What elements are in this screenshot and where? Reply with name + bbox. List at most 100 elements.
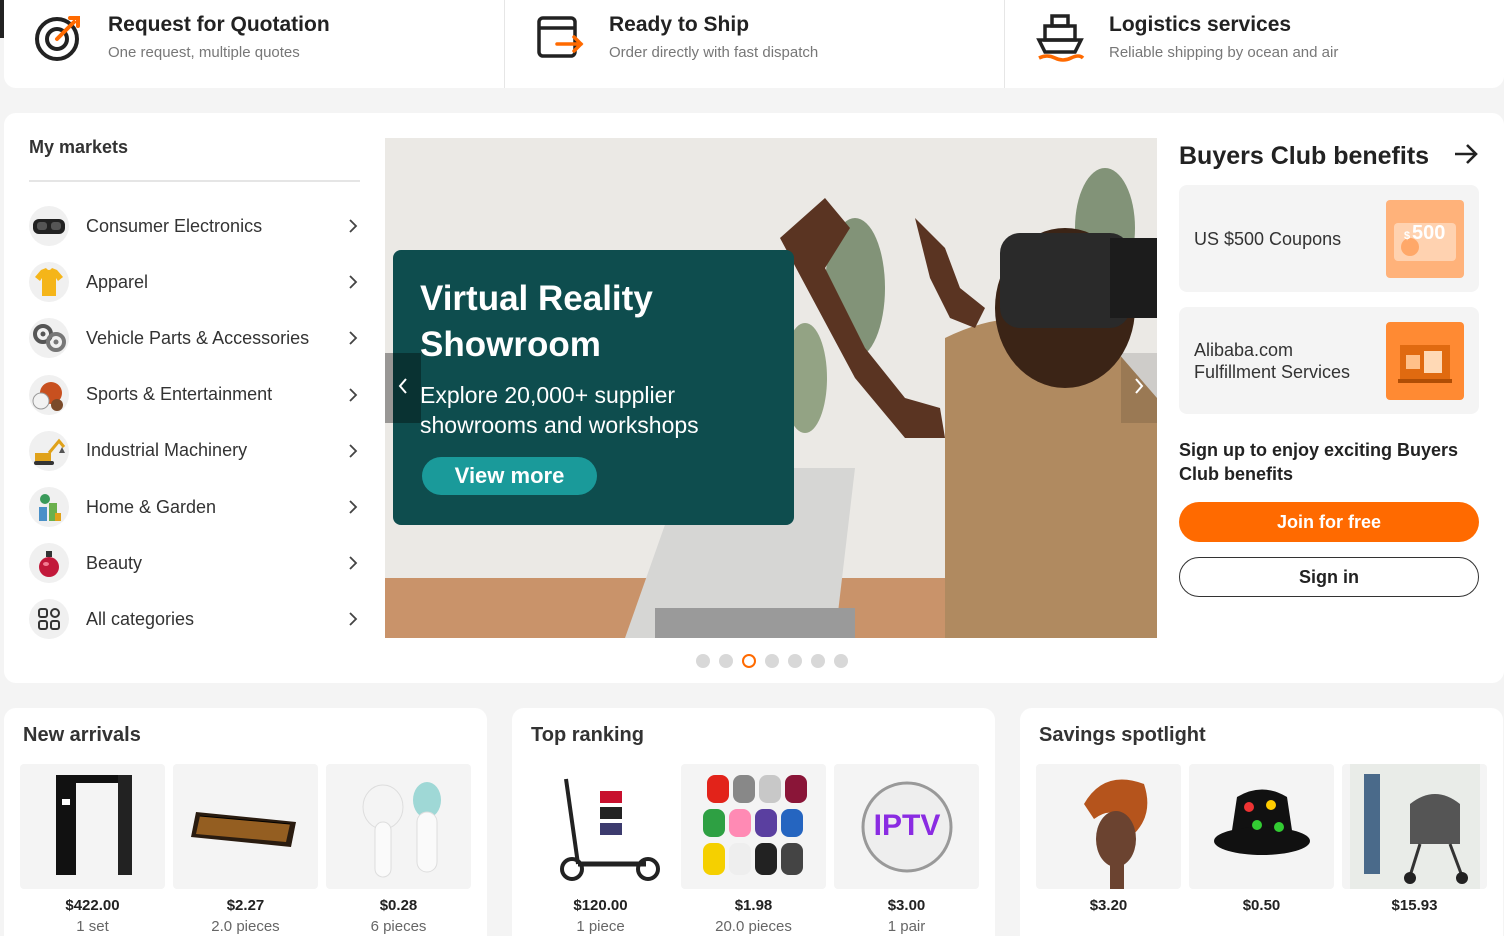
top-ranking-card[interactable]: Top ranking $120.00 1 piece $1.98 20.0 p… (512, 708, 995, 936)
market-label: Vehicle Parts & Accessories (86, 327, 310, 348)
service-logistics[interactable]: Logistics services Reliable shipping by … (1004, 0, 1504, 88)
market-item-home-garden[interactable]: Home & Garden (29, 479, 360, 535)
carousel-dot[interactable] (788, 654, 802, 668)
service-title: Logistics services (1109, 13, 1292, 36)
join-button[interactable]: Join for free (1179, 502, 1479, 542)
service-subtitle: Reliable shipping by ocean and air (1109, 44, 1339, 61)
keyboard-image (173, 764, 318, 889)
product-tile[interactable]: $0.28 6 pieces (326, 764, 471, 935)
market-item-vehicle-parts[interactable]: Vehicle Parts & Accessories (29, 310, 360, 366)
benefit-fulfillment[interactable]: Alibaba.com Fulfillment Services (1179, 307, 1479, 414)
promo-headline-line1: Virtual Reality (420, 279, 653, 318)
product-tile[interactable]: IPTV $3.00 1 pair (834, 764, 979, 935)
benefit-coupons[interactable]: US $500 Coupons $ 500 (1179, 185, 1479, 292)
market-item-consumer-electronics[interactable]: Consumer Electronics (29, 198, 360, 254)
market-item-apparel[interactable]: Apparel (29, 254, 360, 310)
sports-balls-icon (29, 374, 69, 415)
markets-menu: My markets Consumer Electronics Apparel (29, 137, 360, 648)
benefit-label: US $500 Coupons (1194, 228, 1342, 249)
carousel-dot[interactable] (834, 654, 848, 668)
product-min-order: 1 pair (887, 918, 926, 935)
new-arrivals-card[interactable]: New arrivals $422.00 1 set $2.27 2.0 pie… (4, 708, 487, 936)
market-item-industrial-machinery[interactable]: Industrial Machinery (29, 423, 360, 479)
market-label: Sports & Entertainment (86, 384, 273, 405)
benefit-label: Alibaba.com Fulfillment Services (1194, 339, 1351, 382)
face-brush-image (326, 764, 471, 889)
market-item-sports[interactable]: Sports & Entertainment (29, 367, 360, 423)
product-price: $422.00 (65, 897, 120, 914)
arrow-right-icon[interactable] (1453, 143, 1479, 170)
hero-banner[interactable]: Virtual Reality Showroom Explore 20,000+… (385, 138, 1157, 638)
product-tile[interactable]: $422.00 1 set (20, 764, 165, 935)
section-title: Top ranking (531, 724, 644, 746)
stroller-image (1342, 764, 1487, 889)
target-icon (34, 12, 84, 62)
promo-card: Virtual Reality Showroom Explore 20,000+… (393, 250, 794, 525)
market-item-beauty[interactable]: Beauty (29, 535, 360, 591)
product-price: $15.93 (1391, 897, 1438, 914)
market-label: Home & Garden (86, 496, 217, 517)
coupon-icon: $ 500 (1386, 199, 1464, 278)
coupon-badge-prefix: $ (1404, 230, 1410, 242)
chevron-right-icon (346, 219, 360, 233)
carousel-dot-active[interactable] (742, 654, 756, 668)
gear-parts-icon (29, 318, 69, 359)
market-label: Apparel (86, 271, 149, 292)
ship-icon (1035, 12, 1085, 62)
section-title: Savings spotlight (1039, 724, 1206, 746)
coupon-badge-value: 500 (1412, 222, 1445, 244)
chevron-right-icon (346, 275, 360, 289)
product-price: $1.98 (734, 897, 773, 914)
service-subtitle: One request, multiple quotes (108, 44, 300, 61)
carousel-dot[interactable] (765, 654, 779, 668)
sign-in-button[interactable]: Sign in (1179, 557, 1479, 597)
product-tile[interactable]: $0.50 (1189, 764, 1334, 914)
product-price: $3.20 (1089, 897, 1128, 914)
product-price: $3.00 (887, 897, 926, 914)
carousel-dot[interactable] (719, 654, 733, 668)
carousel-dot[interactable] (811, 654, 825, 668)
product-price: $0.28 (379, 897, 418, 914)
promo-text-line1: Explore 20,000+ supplier (420, 382, 676, 408)
hero-panel: My markets Consumer Electronics Apparel (4, 113, 1504, 683)
product-min-order: 1 piece (576, 918, 625, 935)
product-tile[interactable]: $15.93 (1342, 764, 1487, 914)
tshirt-icon (29, 262, 69, 303)
market-label: Industrial Machinery (86, 440, 248, 461)
market-item-all-categories[interactable]: All categories (29, 591, 360, 647)
vr-headset-icon (29, 206, 69, 247)
warehouse-icon (1386, 321, 1464, 400)
signup-text: Sign up to enjoy exciting Buyers Club be… (1179, 440, 1459, 484)
market-label: All categories (86, 608, 195, 629)
home-garden-icon (29, 487, 69, 528)
svg-text:IPTV: IPTV (873, 809, 940, 842)
product-tile[interactable]: $1.98 20.0 pieces (681, 764, 826, 935)
product-tile[interactable]: $120.00 1 piece (528, 764, 673, 935)
excavator-icon (29, 430, 69, 471)
service-title: Ready to Ship (609, 13, 750, 36)
promo-text-line2: showrooms and workshops (420, 412, 699, 438)
iptv-logo-image: IPTV (834, 764, 979, 889)
chevron-right-icon (346, 444, 360, 458)
chevron-right-icon (346, 388, 360, 402)
carousel-prev-button[interactable] (385, 353, 421, 423)
section-title: New arrivals (23, 724, 141, 746)
product-tile[interactable]: $2.27 2.0 pieces (173, 764, 318, 935)
chevron-left-icon (397, 377, 409, 400)
chevron-right-icon (346, 556, 360, 570)
view-more-button[interactable]: View more (422, 457, 597, 495)
service-rfq[interactable]: Request for Quotation One request, multi… (4, 0, 504, 88)
scooter-image (528, 764, 673, 889)
carousel-dot[interactable] (696, 654, 710, 668)
grid-icon (29, 599, 69, 640)
chevron-right-icon (346, 500, 360, 514)
product-min-order: 6 pieces (370, 918, 427, 935)
product-min-order: 1 set (76, 918, 109, 935)
product-price: $0.50 (1242, 897, 1281, 914)
carousel-next-button[interactable] (1121, 353, 1157, 423)
carousel-dots (696, 654, 848, 668)
savings-spotlight-card[interactable]: Savings spotlight $3.20 $0.50 $15.93 (1020, 708, 1503, 936)
buyers-club: Buyers Club benefits US $500 Coupons $ 5… (1179, 137, 1479, 597)
service-ready-to-ship[interactable]: Ready to Ship Order directly with fast d… (504, 0, 1004, 88)
product-tile[interactable]: $3.20 (1036, 764, 1181, 914)
